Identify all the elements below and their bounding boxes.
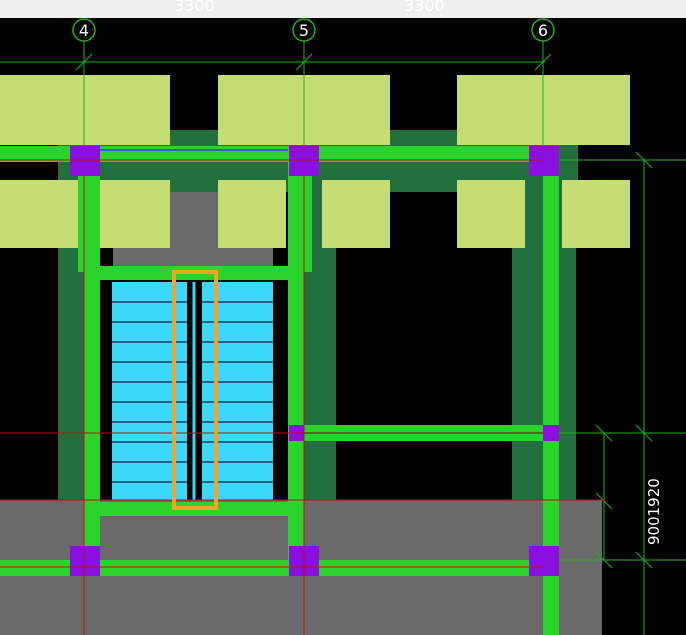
axis-label-4: 4 xyxy=(79,21,89,40)
axis-label-6: 6 xyxy=(538,21,548,40)
axis-bubble-6[interactable]: 6 xyxy=(531,18,555,42)
vertical-dimension-text: 9001920 xyxy=(645,478,663,545)
stair-right-run[interactable] xyxy=(202,282,273,500)
axis-label-5: 5 xyxy=(299,21,309,40)
slab-row-top xyxy=(0,75,630,145)
stair-flight[interactable] xyxy=(112,282,273,500)
axis-bubble-4[interactable]: 4 xyxy=(72,18,96,42)
axis-bubble-5[interactable]: 5 xyxy=(292,18,316,42)
cad-drawing-canvas[interactable]: 4 5 6 9001920 xyxy=(0,0,686,635)
